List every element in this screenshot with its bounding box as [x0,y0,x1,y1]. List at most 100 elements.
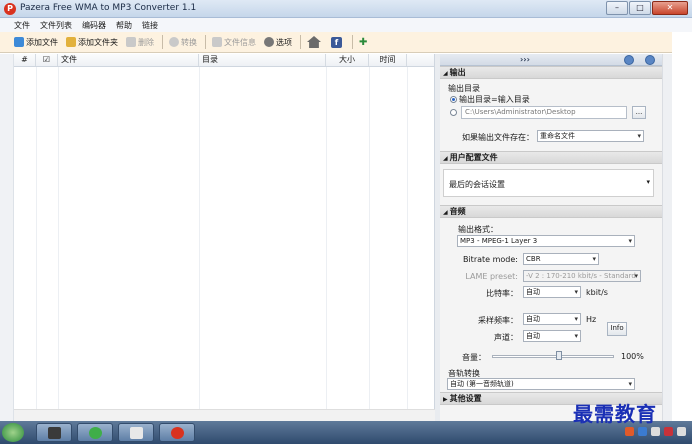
file-exists-label: 如果输出文件存在： [462,133,534,142]
file-list-header: # ☑ 文件 目录 大小 时间 [14,54,434,67]
bitrate-mode-label: Bitrate mode: [462,255,518,264]
minimize-button[interactable]: – [606,1,628,15]
close-button[interactable]: ✕ [652,1,688,15]
channels-select[interactable]: 自动 [523,330,581,342]
audio-section: 输出格式： MP3 - MPEG-1 Layer 3 Bitrate mode:… [440,218,662,392]
delete-button[interactable]: 删除 [126,37,154,48]
profile-section-header[interactable]: ◢ 用户配置文件 [440,151,662,164]
taskbar-app-music[interactable] [159,423,195,442]
tray-icon[interactable] [664,427,673,436]
collapse-all-icon[interactable] [645,55,655,65]
expand-all-icon[interactable] [624,55,634,65]
options-button[interactable]: 选项 [264,37,292,48]
start-button[interactable] [2,423,24,442]
expand-arrow-icon: ◢ [443,70,448,77]
menu-links[interactable]: 链接 [142,20,158,31]
output-custom-option[interactable] [450,108,459,117]
volume-slider-thumb[interactable] [555,351,562,360]
window-right-margin [672,32,692,421]
watermark-text: 最需教育 [573,402,657,426]
browse-button[interactable]: ... [632,106,646,119]
output-section-header[interactable]: ◢ 输出 [440,66,662,79]
taskbar-app-pen[interactable] [118,423,154,442]
column-directory[interactable]: 目录 [199,54,326,66]
toolbar: 添加文件 添加文件夹 删除 转换 文件信息 选项 f ✚ [0,32,692,53]
tray-icon[interactable] [638,427,647,436]
pin-button[interactable]: ✚ [359,37,372,48]
info-button[interactable]: Info [607,322,627,336]
column-divider [369,67,370,409]
collapsed-arrow-icon: ▶ [443,396,448,403]
toolbar-separator [352,35,353,49]
delete-label: 删除 [138,37,154,47]
add-folder-button[interactable]: 添加文件夹 [66,37,118,48]
expand-arrow-icon: ◢ [443,209,448,216]
output-dir-label: 输出目录 [448,84,480,93]
menu-file-list[interactable]: 文件列表 [40,20,72,31]
other-section-title: 其他设置 [449,394,482,403]
menu-file[interactable]: 文件 [14,20,30,31]
expand-arrow-icon: ◢ [443,155,448,162]
music-icon [171,427,184,439]
file-list-body[interactable] [14,67,435,409]
title-bar: P Pazera Free WMA to MP3 Converter 1.1 –… [0,0,692,18]
taskbar-app-green[interactable] [77,423,113,442]
profile-select[interactable]: 最后的会话设置 ▾ [443,169,654,197]
file-list[interactable]: # ☑ 文件 目录 大小 时间 [14,54,435,421]
bitrate-mode-select[interactable]: CBR [523,253,599,265]
tray-icon[interactable] [651,427,660,436]
tray-icon[interactable] [625,427,634,436]
radio-selected-icon [450,96,457,103]
output-same-label: 输出目录=输入目录 [459,95,530,104]
file-info-label: 文件信息 [224,37,256,47]
volume-slider-track[interactable] [492,355,614,358]
bitrate-select[interactable]: 自动 [523,286,581,298]
profile-section: 最后的会话设置 ▾ [440,164,662,205]
track-conversion-select[interactable]: 自动 (第一音频轨道) [447,378,635,390]
options-label: 选项 [276,37,292,47]
column-checkbox[interactable]: ☑ [36,54,58,66]
home-button[interactable] [307,36,323,48]
output-section-title: 输出 [449,68,466,77]
toolbar-separator [300,35,301,49]
file-exists-select[interactable]: 重命名文件 [537,130,644,142]
convert-button[interactable]: 转换 [169,37,197,48]
tray-icon[interactable] [677,427,686,436]
left-gutter [0,54,14,421]
lame-preset-select[interactable]: -V 2 : 170-210 kbit/s - Standard [523,270,641,282]
horizontal-scrollbar[interactable] [14,409,435,421]
chevron-down-icon: ▾ [646,178,650,186]
collapse-panel-button[interactable]: ››› [520,55,530,64]
folder-icon [66,37,76,47]
system-tray [625,427,686,436]
file-info-button[interactable]: 文件信息 [212,37,256,48]
lame-preset-label: LAME preset: [465,272,518,281]
column-size[interactable]: 大小 [326,54,369,66]
toolbar-separator [162,35,163,49]
audio-section-header[interactable]: ◢ 音频 [440,205,662,218]
samplerate-unit: Hz [586,315,597,324]
column-number[interactable]: # [14,54,36,66]
column-divider [58,67,59,409]
pen-icon [130,427,143,439]
panel-vertical-scrollbar[interactable] [662,54,672,421]
column-time[interactable]: 时间 [369,54,407,66]
output-path-field[interactable]: C:\Users\Administrator\Desktop [461,106,627,119]
taskbar-app-video[interactable] [36,423,72,442]
window-title: Pazera Free WMA to MP3 Converter 1.1 [20,3,197,13]
menu-encoder[interactable]: 编码器 [82,20,106,31]
output-same-option[interactable]: 输出目录=输入目录 [450,94,530,105]
add-files-button[interactable]: 添加文件 [14,37,58,48]
column-file[interactable]: 文件 [58,54,199,66]
menu-help[interactable]: 帮助 [116,20,132,31]
channels-label: 声道： [494,333,518,342]
samplerate-select[interactable]: 自动 [523,313,581,325]
add-folder-label: 添加文件夹 [78,37,118,47]
column-divider [326,67,327,409]
column-divider [199,67,200,409]
volume-percent: 100% [621,352,644,361]
facebook-button[interactable]: f [331,36,344,48]
maximize-button[interactable]: □ [629,1,651,15]
gear-icon [264,37,274,47]
output-format-select[interactable]: MP3 - MPEG-1 Layer 3 [457,235,635,247]
